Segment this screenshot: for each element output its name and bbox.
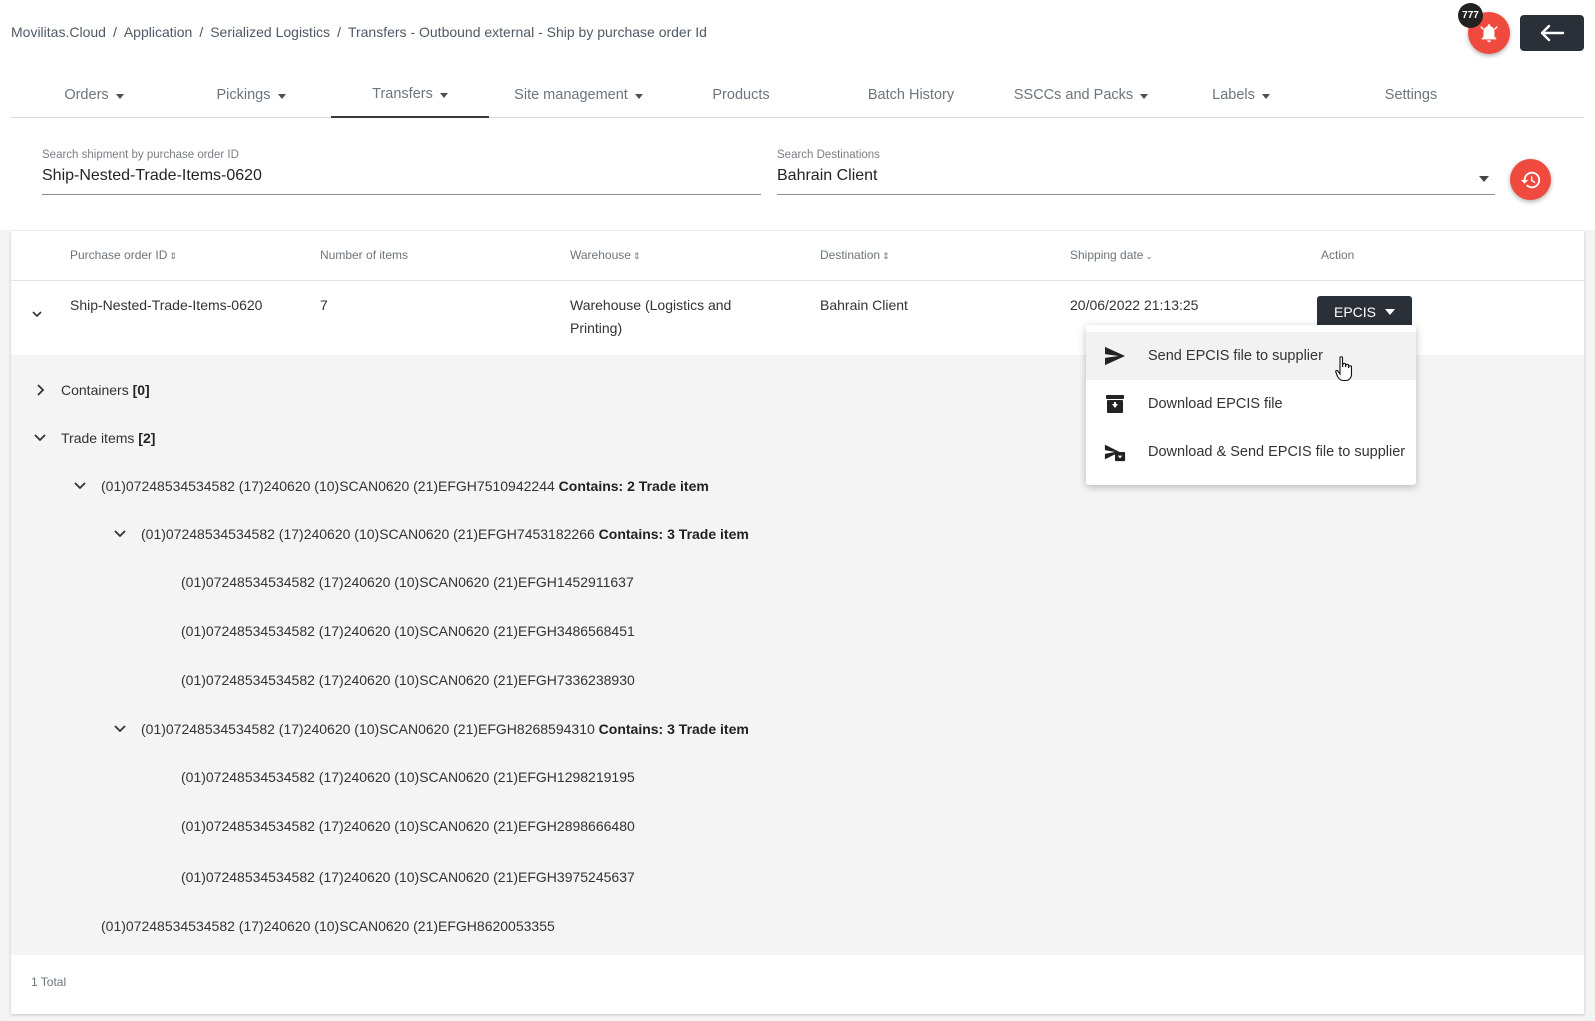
column-header-destination[interactable]: Destination ⇕	[820, 248, 890, 262]
breadcrumb-item[interactable]: Serialized Logistics	[210, 24, 330, 40]
history-icon	[1520, 171, 1540, 188]
sort-icon[interactable]: ⇕	[882, 251, 890, 261]
cell-warehouse: Warehouse (Logistics and Printing)	[570, 297, 732, 336]
caret-down-icon	[634, 93, 643, 99]
po-search-input[interactable]: Ship-Nested-Trade-Items-0620	[42, 167, 761, 185]
tab-orders[interactable]: Orders	[19, 72, 169, 118]
tab-products[interactable]: Products	[676, 72, 806, 118]
breadcrumb-item[interactable]: Movilitas.Cloud	[11, 24, 106, 40]
sort-icon[interactable]: ⇕	[169, 251, 177, 261]
chevron-down-icon[interactable]	[33, 432, 47, 444]
caret-down-icon	[115, 93, 124, 99]
chevron-down-icon[interactable]	[73, 480, 87, 492]
menu-item-download-send-epcis[interactable]: Download & Send EPCIS file to supplier	[1086, 428, 1416, 476]
cell-destination: Bahrain Client	[820, 297, 908, 313]
tab-settings[interactable]: Settings	[1336, 72, 1486, 118]
destination-label: Search Destinations	[777, 149, 880, 161]
caret-down-icon	[1140, 93, 1149, 99]
po-search-label: Search shipment by purchase order ID	[42, 149, 239, 161]
main-nav: Orders Pickings Transfers Site managemen…	[11, 72, 1584, 118]
cell-purchase-order-id: Ship-Nested-Trade-Items-0620	[70, 297, 263, 313]
tab-batch-history[interactable]: Batch History	[836, 72, 986, 118]
caret-down-icon	[439, 92, 448, 98]
tab-site-management[interactable]: Site management	[496, 72, 661, 118]
trade-item-leaf: (01)07248534534582 (17)240620 (10)SCAN06…	[181, 769, 635, 785]
trade-item-leaf: (01)07248534534582 (17)240620 (10)SCAN06…	[181, 869, 635, 885]
sort-icon[interactable]: ⇕	[633, 251, 641, 261]
epcis-dropdown-button[interactable]: EPCIS	[1317, 296, 1412, 328]
caret-down-icon	[1385, 309, 1395, 315]
po-search-field[interactable]: Search shipment by purchase order ID Shi…	[42, 148, 761, 195]
menu-item-send-epcis[interactable]: Send EPCIS file to supplier	[1086, 332, 1416, 380]
trade-item-leaf: (01)07248534534582 (17)240620 (10)SCAN06…	[181, 818, 635, 834]
table-header: Purchase order ID ⇕ Number of items Wareh…	[11, 231, 1584, 281]
dropdown-arrow-icon[interactable]	[1479, 176, 1489, 182]
send-icon	[1105, 346, 1125, 366]
trade-item-leaf: (01)07248534534582 (17)240620 (10)SCAN06…	[101, 918, 555, 934]
column-header-shipping-date[interactable]: Shipping date ⌄	[1070, 248, 1153, 262]
column-header-number-of-items: Number of items	[320, 248, 409, 262]
trade-item-node[interactable]: (01)07248534534582 (17)240620 (10)SCAN06…	[141, 526, 749, 542]
trade-item-leaf: (01)07248534534582 (17)240620 (10)SCAN06…	[181, 574, 634, 590]
column-header-action: Action	[1321, 248, 1355, 262]
bell-icon	[1480, 24, 1498, 43]
breadcrumb-current: Transfers - Outbound external - Ship by …	[347, 24, 707, 40]
column-header-purchase-order-id[interactable]: Purchase order ID ⇕	[70, 248, 177, 262]
chevron-down-icon	[32, 311, 42, 318]
trade-items-node[interactable]: Trade items [2]	[61, 430, 155, 446]
containers-node[interactable]: Containers [0]	[61, 382, 150, 398]
caret-down-icon	[277, 93, 286, 99]
send-download-icon	[1104, 444, 1126, 462]
chevron-down-icon[interactable]	[113, 528, 127, 540]
archive-download-icon	[1106, 395, 1124, 413]
tab-pickings[interactable]: Pickings	[176, 72, 326, 118]
back-button[interactable]	[1520, 15, 1584, 51]
cell-number-of-items: 7	[320, 297, 328, 313]
menu-item-download-epcis[interactable]: Download EPCIS file	[1086, 380, 1416, 428]
column-header-warehouse[interactable]: Warehouse ⇕	[570, 248, 640, 262]
cell-shipping-date: 20/06/2022 21:13:25	[1070, 297, 1199, 313]
destination-select[interactable]: Search Destinations Bahrain Client	[777, 148, 1495, 195]
chevron-down-icon[interactable]	[113, 723, 127, 735]
notification-count-badge: 777	[1458, 3, 1483, 28]
epcis-dropdown-menu: Send EPCIS file to supplier Download EPC…	[1086, 325, 1416, 485]
caret-down-icon	[1261, 93, 1270, 99]
tab-ssccs-and-packs[interactable]: SSCCs and Packs	[1001, 72, 1161, 118]
sort-desc-icon[interactable]: ⌄	[1145, 251, 1153, 261]
destination-value[interactable]: Bahrain Client	[777, 167, 1495, 185]
trade-item-node[interactable]: (01)07248534534582 (17)240620 (10)SCAN06…	[141, 721, 749, 737]
trade-item-node[interactable]: (01)07248534534582 (17)240620 (10)SCAN06…	[101, 478, 709, 494]
breadcrumb-item[interactable]: Application	[124, 24, 193, 40]
total-count: 1 Total	[31, 975, 67, 989]
tab-transfers[interactable]: Transfers	[331, 72, 489, 118]
tab-labels[interactable]: Labels	[1171, 72, 1311, 118]
breadcrumb: Movilitas.Cloud / Application / Serialized L…	[11, 24, 707, 40]
arrow-left-icon	[1540, 24, 1565, 42]
trade-item-leaf: (01)07248534534582 (17)240620 (10)SCAN06…	[181, 672, 635, 688]
reset-history-button[interactable]	[1510, 159, 1551, 200]
hand-cursor-icon	[1335, 356, 1353, 382]
row-collapse-toggle[interactable]	[31, 306, 43, 324]
trade-item-leaf: (01)07248534534582 (17)240620 (10)SCAN06…	[181, 623, 635, 639]
chevron-right-icon[interactable]	[35, 383, 47, 397]
